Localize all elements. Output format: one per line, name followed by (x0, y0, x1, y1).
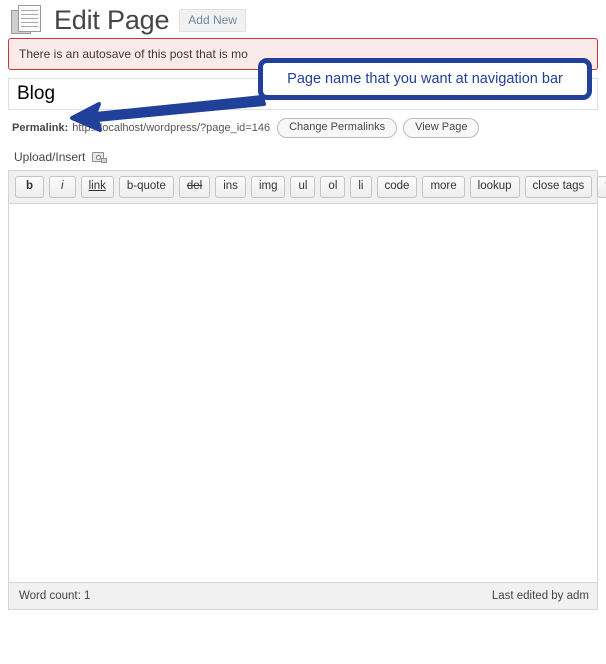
title-field-wrapper (0, 70, 606, 110)
notice-wrapper: There is an autosave of this post that i… (0, 38, 606, 70)
word-count: Word count: 1 (19, 589, 91, 602)
editor-status-bar: Word count: 1 Last edited by adm (9, 581, 597, 609)
permalink-url: http://localhost/wordpress/?page_id=146 (72, 122, 271, 134)
page-title-input[interactable] (8, 78, 598, 110)
autosave-notice: There is an autosave of this post that i… (8, 38, 598, 70)
li-button[interactable]: li (350, 176, 372, 198)
page-stack-icon (10, 4, 44, 36)
media-upload-icon[interactable] (92, 150, 108, 164)
permalink-row: Permalink: http://localhost/wordpress/?p… (0, 110, 606, 138)
view-page-button[interactable]: View Page (403, 118, 480, 138)
code-button[interactable]: code (376, 176, 418, 198)
last-edited-by: Last edited by adm (491, 589, 589, 602)
editor-textarea[interactable] (9, 203, 597, 582)
img-button[interactable]: img (250, 176, 286, 198)
bold-button[interactable]: b (15, 176, 45, 198)
add-new-button[interactable]: Add New (179, 8, 246, 32)
change-permalinks-button[interactable]: Change Permalinks (277, 118, 398, 138)
page-header: Edit Page Add New (0, 0, 606, 38)
upload-insert-row: Upload/Insert (0, 138, 606, 170)
ul-button[interactable]: ul (290, 176, 316, 198)
page-title: Edit Page (54, 4, 170, 35)
permalink-label: Permalink: (12, 122, 69, 134)
editor-box: b i link b-quote del ins img ul ol li code more look… (8, 170, 606, 610)
ins-button[interactable]: ins (215, 176, 246, 198)
del-button[interactable]: del (178, 176, 211, 198)
fullscreen-button[interactable]: fullscreen (597, 176, 606, 198)
upload-insert-label: Upload/Insert (14, 150, 86, 164)
editor-toolbar: b i link b-quote del ins img ul ol li code more look… (9, 171, 606, 204)
close-tags-button[interactable]: close tags (524, 176, 593, 198)
link-button[interactable]: link (80, 176, 114, 198)
lookup-button[interactable]: lookup (469, 176, 520, 198)
blockquote-button[interactable]: b-quote (118, 176, 174, 198)
ol-button[interactable]: ol (320, 176, 346, 198)
more-button[interactable]: more (422, 176, 465, 198)
italic-button[interactable]: i (49, 176, 76, 198)
